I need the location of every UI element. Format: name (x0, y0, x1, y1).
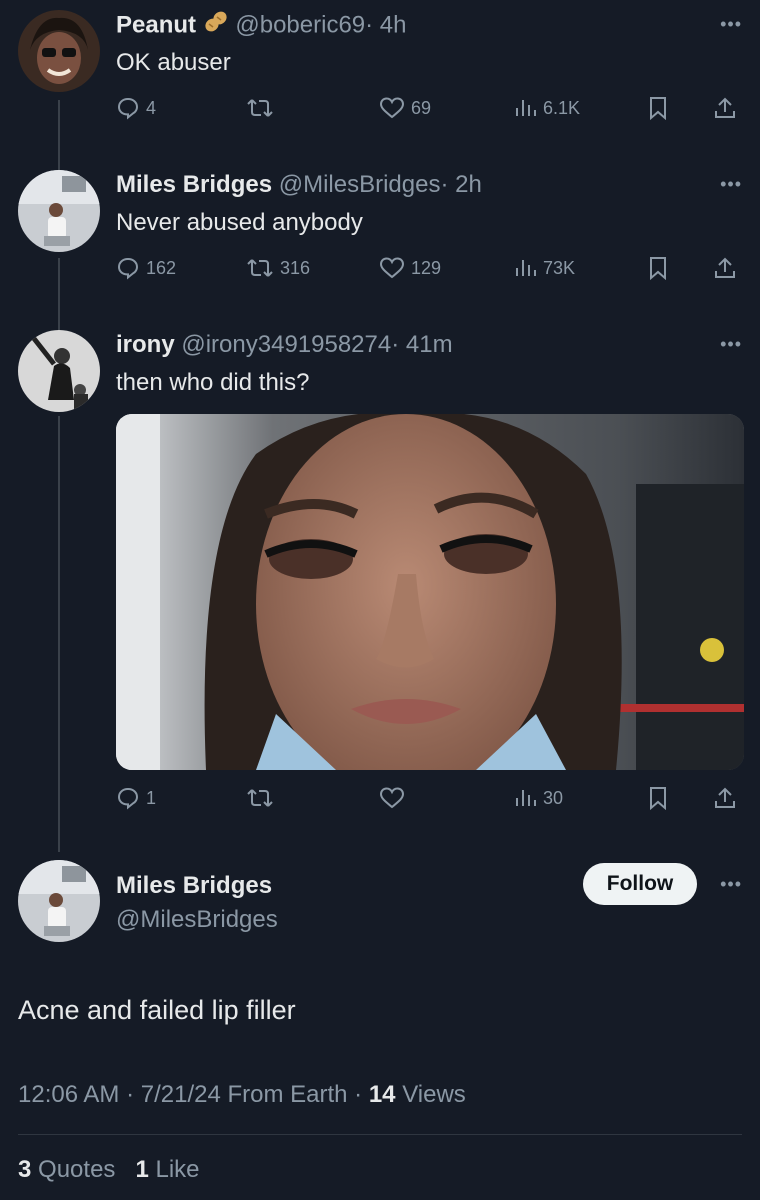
display-name[interactable]: Miles Bridges (116, 171, 272, 198)
likes-link[interactable]: 1 Like (135, 1156, 199, 1183)
engagement-stats: 3 Quotes 1 Like (18, 1156, 200, 1184)
quotes-label: Quotes (38, 1156, 116, 1183)
quotes-count: 3 (18, 1156, 32, 1183)
timestamp[interactable]: 12:06 AM · 7/21/24 From Earth · (18, 1081, 362, 1108)
retweet-icon (247, 99, 273, 117)
tweet-header: Miles Bridges @MilesBridges· 2h (116, 170, 482, 200)
heart-icon (379, 257, 405, 279)
more-options-icon[interactable]: ••• (720, 174, 742, 195)
reply-button[interactable]: 162 (116, 256, 176, 280)
bookmark-icon (650, 97, 666, 120)
tweet-actions: 162 316 129 73K (116, 256, 740, 286)
avatar[interactable] (18, 170, 100, 252)
user-handle[interactable]: @irony3491958274 (181, 331, 391, 358)
reply-button[interactable]: 4 (116, 96, 156, 120)
bookmark-button[interactable] (647, 256, 669, 280)
views-count: 14 (368, 1081, 396, 1108)
user-handle[interactable]: @boberic69 (235, 11, 365, 38)
share-button[interactable] (713, 786, 737, 810)
views-label: Views (402, 1081, 466, 1108)
more-options-icon[interactable]: ••• (720, 14, 742, 35)
heart-icon (379, 97, 405, 119)
reply-icon (117, 787, 139, 810)
view-count: 6.1K (543, 97, 581, 118)
tweet-text: OK abuser (116, 49, 231, 76)
share-button[interactable] (713, 256, 737, 280)
main-user-handle[interactable]: @MilesBridges (116, 906, 278, 934)
views-icon (516, 790, 536, 806)
more-options-icon[interactable]: ••• (720, 334, 742, 355)
bookmark-icon (650, 257, 666, 280)
bookmark-button[interactable] (647, 786, 669, 810)
avatar[interactable] (18, 330, 100, 412)
tweet-header: Peanut @boberic69· 4h (116, 10, 407, 42)
retweet-button[interactable] (246, 786, 280, 810)
main-tweet-text: Acne and failed lip filler (18, 995, 296, 1025)
retweet-icon (247, 259, 273, 277)
tweet-photo[interactable] (116, 414, 744, 770)
heart-icon (379, 787, 405, 809)
views-icon (516, 260, 536, 276)
main-display-name[interactable]: Miles Bridges (116, 872, 272, 900)
main-avatar[interactable] (18, 860, 100, 942)
reply-icon (117, 257, 139, 280)
avatar[interactable] (18, 10, 100, 92)
like-count: 129 (411, 257, 442, 278)
tweet-text: then who did this? (116, 369, 310, 396)
like-button[interactable]: 69 (379, 96, 431, 120)
retweet-icon (247, 789, 273, 807)
peanut-icon (203, 10, 229, 42)
share-icon (715, 787, 735, 808)
retweet-button[interactable] (246, 96, 280, 120)
reply-icon (117, 97, 139, 120)
tweet[interactable]: Peanut @boberic69· 4h ••• OK abuser 4 69… (0, 10, 760, 130)
follow-button[interactable]: Follow (583, 863, 697, 905)
tweet-time[interactable]: · 41m (391, 331, 452, 358)
more-options-icon[interactable]: ••• (720, 874, 742, 895)
display-name[interactable]: Peanut (116, 11, 196, 38)
views-button[interactable]: 30 (513, 786, 563, 810)
bookmark-icon (650, 787, 666, 810)
tweet-actions: 4 69 6.1K (116, 96, 740, 126)
reply-button[interactable]: 1 (116, 786, 156, 810)
tweet-actions: 1 30 (116, 786, 740, 816)
divider (18, 1134, 742, 1135)
reply-count: 4 (146, 97, 157, 118)
likes-label: Like (155, 1156, 200, 1183)
like-button[interactable] (379, 786, 411, 810)
tweet-header: irony @irony3491958274· 41m (116, 330, 453, 360)
share-icon (715, 97, 735, 118)
tweet-meta: 12:06 AM · 7/21/24 From Earth · 14 Views (18, 1081, 466, 1109)
view-count: 30 (543, 787, 564, 808)
likes-count: 1 (135, 1156, 149, 1183)
retweet-count: 316 (280, 257, 311, 278)
user-handle[interactable]: @MilesBridges (279, 171, 441, 198)
tweet-time[interactable]: · 2h (440, 171, 481, 198)
quotes-link[interactable]: 3 Quotes (18, 1156, 115, 1183)
views-icon (516, 100, 536, 116)
tweet-time[interactable]: · 4h (365, 11, 406, 38)
share-button[interactable] (713, 96, 737, 120)
like-count: 69 (411, 97, 432, 118)
retweet-button[interactable]: 316 (246, 256, 310, 280)
like-button[interactable]: 129 (379, 256, 441, 280)
views-button[interactable]: 73K (513, 256, 575, 280)
tweet[interactable]: Miles Bridges @MilesBridges· 2h ••• Neve… (0, 170, 760, 290)
reply-count: 1 (146, 787, 157, 808)
views-button[interactable]: 6.1K (513, 96, 580, 120)
tweet-text: Never abused anybody (116, 209, 363, 236)
share-icon (715, 257, 735, 278)
view-count: 73K (543, 257, 576, 278)
display-name[interactable]: irony (116, 331, 175, 358)
reply-count: 162 (146, 257, 177, 278)
bookmark-button[interactable] (647, 96, 669, 120)
